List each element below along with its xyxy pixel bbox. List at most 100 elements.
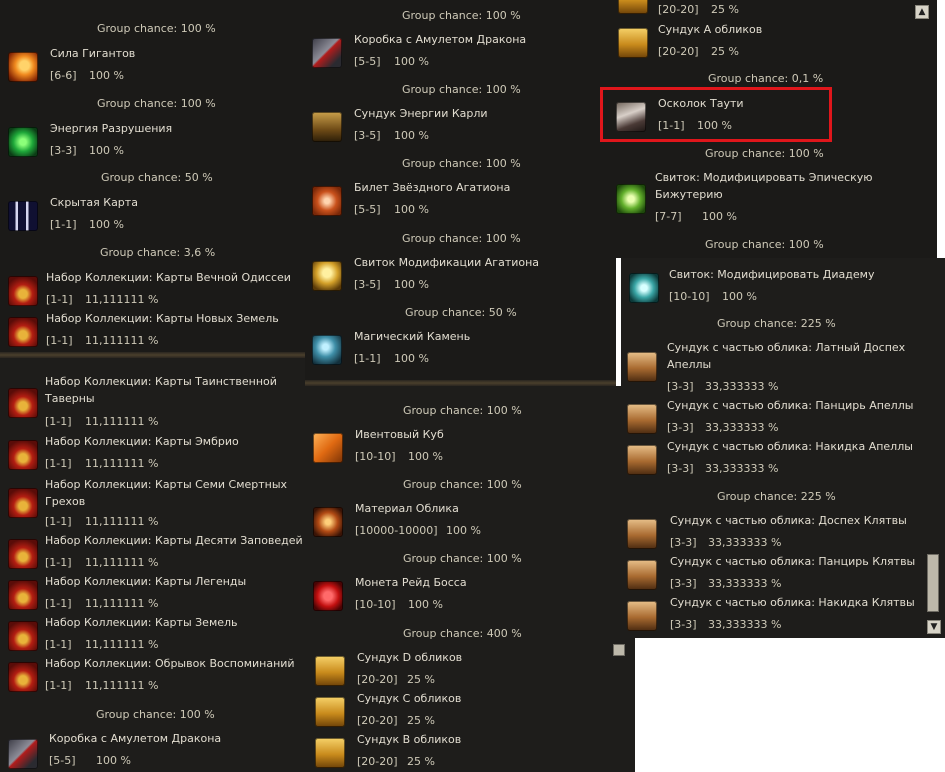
item-name: Набор Коллекции: Обрывок Воспоминаний	[45, 657, 295, 670]
green-crystal-icon	[8, 127, 38, 157]
list-item[interactable]: Сундук C обликов [20-20] 25 %	[315, 692, 615, 733]
item-count: [5-5]	[354, 55, 381, 68]
magic-stone-icon	[312, 335, 342, 365]
list-item[interactable]: Сундук D обликов [20-20] 25 %	[315, 651, 615, 692]
item-chance: 100 %	[446, 524, 481, 537]
item-name: Скрытая Карта	[50, 196, 138, 209]
group-chance-label: Group chance: 100 %	[402, 9, 521, 22]
list-item[interactable]: Свиток: Модифицировать Эпическую Бижутер…	[616, 171, 916, 228]
list-item[interactable]: Набор Коллекции: Карты Семи Смертных Гре…	[8, 476, 303, 528]
list-item[interactable]: Набор Коллекции: Карты Новых Земель [1-1…	[8, 312, 303, 351]
list-item[interactable]: Билет Звёздного Агатиона [5-5] 100 %	[312, 181, 612, 222]
item-count: [20-20]	[658, 45, 699, 58]
golden-chest-icon	[315, 738, 345, 768]
item-name-line-2: Апеллы	[667, 358, 712, 371]
list-item[interactable]: Коробка с Амулетом Дракона [5-5] 100 %	[8, 732, 303, 772]
group-chance-label: Group chance: 50 %	[101, 171, 213, 184]
collection-bag-icon	[8, 440, 38, 470]
item-chance: 25 %	[407, 673, 435, 686]
item-name: Сундук A обликов	[658, 23, 763, 36]
item-count: [3-3]	[667, 462, 694, 475]
item-name: Монета Рейд Босса	[355, 576, 467, 589]
item-name: Свиток: Модифицировать Эпическую	[655, 171, 873, 184]
item-name: Набор Коллекции: Карты Эмбрио	[45, 435, 239, 448]
drop-list-panel-4: Group chance: 100 % Ивентовый Куб [10-10…	[305, 386, 635, 772]
collection-bag-icon	[8, 388, 38, 418]
list-item[interactable]: Набор Коллекции: Карты Эмбрио [1-1] 11,1…	[8, 435, 303, 476]
golden-chest-icon	[618, 0, 648, 14]
list-item[interactable]: Магический Камень [1-1] 100 %	[312, 330, 612, 371]
appearance-material-icon	[313, 507, 343, 537]
item-chance: 100 %	[408, 450, 443, 463]
list-item[interactable]: Набор Коллекции: Карты Легенды [1-1] 11,…	[8, 575, 303, 616]
item-count: [1-1]	[45, 556, 72, 569]
item-count: [5-5]	[354, 203, 381, 216]
item-chance: 25 %	[407, 755, 435, 768]
item-chance: 11,111111 %	[85, 415, 159, 428]
scroll-down-button[interactable]: ▼	[927, 620, 941, 634]
drop-list-panel-1: Group chance: 100 % Сила Гигантов [6-6] …	[0, 0, 305, 352]
item-count: [10000-10000]	[355, 524, 438, 537]
list-item[interactable]: Набор Коллекции: Обрывок Воспоминаний [1…	[8, 657, 303, 698]
item-chance: 100 %	[702, 210, 737, 223]
list-item[interactable]: Сундук с частью облика: Панцирь Апеллы […	[627, 399, 937, 440]
item-chance: 11,111111 %	[85, 556, 159, 569]
group-chance-label: Group chance: 100 %	[403, 404, 522, 417]
list-item[interactable]: Свиток: Модифицировать Диадему [10-10] 1…	[629, 266, 929, 306]
list-item[interactable]: Набор Коллекции: Карты Земель [1-1] 11,1…	[8, 616, 303, 657]
collection-bag-icon	[8, 488, 38, 518]
item-name: Сундук с частью облика: Панцирь Клятвы	[670, 555, 916, 568]
appearance-chest-icon	[627, 560, 657, 590]
list-item[interactable]: Коробка с Амулетом Дракона [5-5] 100 %	[312, 33, 612, 74]
list-item[interactable]: Сундук с частью облика: Накидка Клятвы […	[627, 596, 937, 637]
item-chance: 25 %	[711, 3, 739, 16]
item-name: Сундук с частью облика: Доспех Клятвы	[670, 514, 907, 527]
list-item[interactable]: Сила Гигантов [6-6] 100 %	[8, 47, 298, 88]
group-chance-label: Group chance: 100 %	[705, 147, 824, 160]
group-chance-label: Group chance: 100 %	[97, 97, 216, 110]
drop-list-panel-6: Свиток: Модифицировать Диадему [10-10] 1…	[621, 258, 945, 638]
list-item[interactable]: Сундук A обликов [20-20] 25 %	[618, 23, 918, 64]
list-item[interactable]: Сундук Энергии Карли [3-5] 100 %	[312, 107, 612, 148]
group-chance-label: Group chance: 100 %	[402, 232, 521, 245]
list-item[interactable]: Сундук с частью облика: Доспех Клятвы [3…	[627, 514, 937, 555]
list-item[interactable]: Скрытая Карта [1-1] 100 %	[8, 196, 298, 237]
list-item[interactable]: Энергия Разрушения [3-3] 100 %	[8, 122, 298, 163]
item-name: Набор Коллекции: Карты Таинственной	[45, 375, 277, 388]
scroll-up-button[interactable]: ▲	[915, 5, 929, 19]
list-item[interactable]: Ивентовый Куб [10-10] 100 %	[313, 428, 613, 469]
scrollbar-thumb[interactable]	[613, 644, 625, 656]
item-chance: 33,333333 %	[708, 536, 782, 549]
item-chance: 100 %	[408, 598, 443, 611]
list-item[interactable]: Монета Рейд Босса [10-10] 100 %	[313, 576, 613, 617]
item-name-line-2: Таверны	[45, 392, 95, 405]
list-item[interactable]: Сундук B обликов [20-20] 25 %	[315, 733, 615, 772]
list-item[interactable]: Набор Коллекции: Карты Таинственной Таве…	[8, 375, 303, 428]
item-chance: 100 %	[89, 69, 124, 82]
dragon-amulet-box-icon	[8, 739, 38, 769]
list-item[interactable]: Сундук с частью облика: Латный Доспех Ап…	[627, 341, 937, 394]
item-name: Билет Звёздного Агатиона	[354, 181, 511, 194]
item-chance: 11,111111 %	[85, 597, 159, 610]
scrollbar-thumb[interactable]	[927, 554, 939, 612]
item-name: Сундук D обликов	[357, 651, 463, 664]
list-item[interactable]: Сундук с частью облика: Панцирь Клятвы […	[627, 555, 937, 596]
item-chance: 11,111111 %	[85, 679, 159, 692]
item-name-line-2: Грехов	[45, 495, 86, 508]
group-chance-label: Group chance: 100 %	[402, 157, 521, 170]
item-count: [10-10]	[669, 290, 710, 303]
list-item[interactable]: Свиток Модификации Агатиона [3-5] 100 %	[312, 256, 612, 297]
item-count: [1-1]	[354, 352, 381, 365]
list-item[interactable]: Набор Коллекции: Карты Вечной Одиссеи [1…	[8, 271, 303, 312]
item-name: Сундук с частью облика: Латный Доспех	[667, 341, 906, 354]
item-count: [1-1]	[45, 679, 72, 692]
list-item[interactable]: Сундук с частью облика: Накидка Апеллы […	[627, 440, 937, 481]
list-item[interactable]: Набор Коллекции: Карты Десяти Заповедей …	[8, 534, 303, 575]
appearance-chest-icon	[627, 404, 657, 434]
item-name: Сундук Энергии Карли	[354, 107, 488, 120]
list-item[interactable]: [20-20] 25 %	[618, 0, 918, 16]
item-chance: 33,333333 %	[705, 380, 779, 393]
item-chance: 33,333333 %	[708, 577, 782, 590]
item-count: [3-3]	[50, 144, 77, 157]
list-item[interactable]: Материал Облика [10000-10000] 100 %	[313, 502, 613, 543]
